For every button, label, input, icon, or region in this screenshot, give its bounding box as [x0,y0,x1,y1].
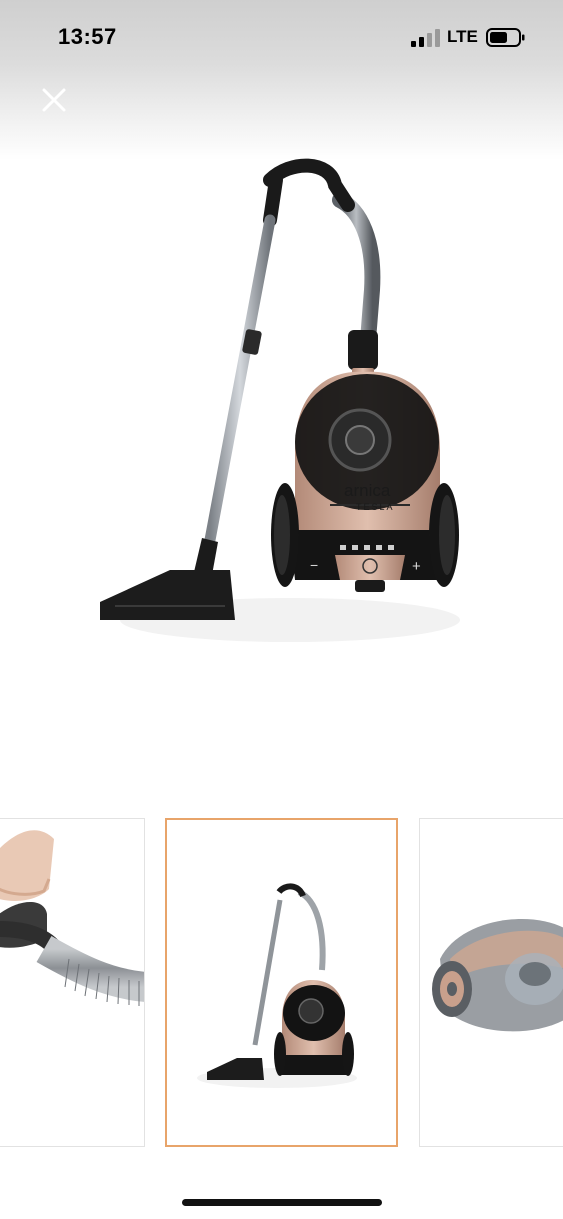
thumbnail-strip [0,818,563,1148]
close-icon [42,88,66,112]
svg-text:−: − [310,557,318,573]
status-time: 13:57 [58,24,117,49]
thumbnail-hand-hose[interactable] [0,818,145,1147]
status-bar: 13:57 LTE [0,0,563,160]
main-product-image: arnica TESLA − + [100,158,460,642]
model-label: TESLA [356,502,395,512]
thumbnail-image [432,919,563,1032]
network-type: LTE [447,27,478,46]
thumbnail-image [197,883,357,1088]
battery-icon [486,28,525,47]
thumbnail-image [0,830,144,1006]
svg-text:+: + [412,558,421,575]
thumbnail-full-vacuum[interactable] [165,818,398,1147]
cellular-signal-icon [411,29,440,47]
thumbnail-vacuum-body[interactable] [419,818,563,1147]
brand-label: arnica [344,481,391,500]
close-button[interactable] [38,84,70,116]
home-indicator[interactable] [182,1199,382,1206]
